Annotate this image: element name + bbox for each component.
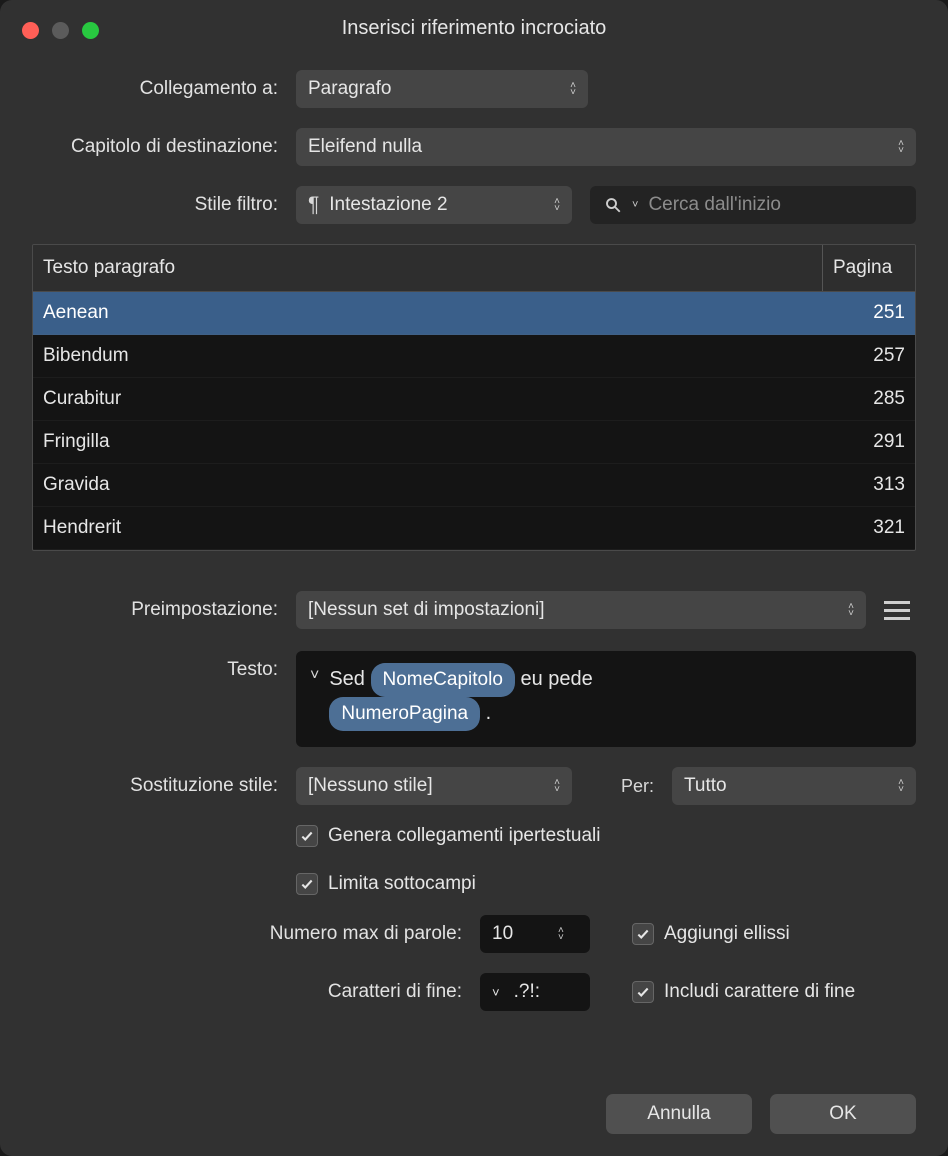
checkbox-icon	[632, 923, 654, 945]
style-substitution-value: [Nessuno stile]	[308, 775, 554, 797]
max-words-stepper[interactable]: ˄˅	[480, 915, 590, 953]
cell-text: Curabitur	[43, 388, 831, 410]
chevron-updown-icon: ˄˅	[898, 779, 904, 793]
checkbox-icon	[296, 825, 318, 847]
cell-page: 313	[831, 474, 905, 496]
checkbox-icon	[632, 981, 654, 1003]
paragraph-table: Testo paragrafo Pagina Aenean 251 Bibend…	[32, 244, 916, 551]
preset-menu-icon[interactable]	[884, 594, 916, 626]
titlebar: Inserisci riferimento incrociato	[0, 0, 948, 56]
label-filter-style: Stile filtro:	[32, 194, 278, 216]
checkbox-generate-hyperlinks[interactable]: Genera collegamenti ipertestuali	[296, 825, 601, 847]
checkbox-limit-subfields[interactable]: Limita sottocampi	[296, 873, 476, 895]
dialog-footer: Annulla OK	[606, 1094, 916, 1134]
label-preset: Preimpostazione:	[32, 599, 278, 621]
table-row[interactable]: Hendrerit 321	[33, 507, 915, 550]
for-dropdown[interactable]: Tutto ˄˅	[672, 767, 916, 805]
checkbox-add-ellipsis[interactable]: Aggiungi ellissi	[632, 923, 790, 945]
label-destination-chapter: Capitolo di destinazione:	[32, 136, 278, 158]
cell-page: 321	[831, 517, 905, 539]
chip-page-number[interactable]: NumeroPagina	[329, 697, 480, 731]
col-header-page[interactable]: Pagina	[823, 245, 915, 291]
editor-text: Sed	[329, 668, 370, 690]
pilcrow-icon: ¶	[308, 193, 319, 217]
editor-text: eu pede	[520, 668, 592, 690]
text-editor-chevron-icon[interactable]: ˅	[310, 663, 319, 735]
max-words-input[interactable]	[492, 923, 552, 945]
cell-page: 257	[831, 345, 905, 367]
search-input[interactable]	[648, 194, 902, 216]
label-for: Per:	[590, 776, 654, 797]
zoom-icon[interactable]	[82, 22, 99, 39]
cell-text: Hendrerit	[43, 517, 831, 539]
table-row[interactable]: Bibendum 257	[33, 335, 915, 378]
search-field[interactable]: ˅	[590, 186, 916, 224]
chevron-updown-icon: ˄˅	[848, 603, 854, 617]
checkbox-label: Genera collegamenti ipertestuali	[328, 825, 601, 847]
chevron-updown-icon: ˄˅	[570, 82, 576, 96]
table-row[interactable]: Fringilla 291	[33, 421, 915, 464]
window-title: Inserisci riferimento incrociato	[0, 17, 948, 40]
chevron-updown-icon: ˄˅	[898, 140, 904, 154]
cell-page: 285	[831, 388, 905, 410]
cancel-button[interactable]: Annulla	[606, 1094, 752, 1134]
checkbox-label: Limita sottocampi	[328, 873, 476, 895]
destination-chapter-value: Eleifend nulla	[308, 136, 898, 158]
cell-text: Aenean	[43, 302, 831, 324]
stepper-arrows-icon[interactable]: ˄˅	[558, 927, 564, 941]
minimize-icon[interactable]	[52, 22, 69, 39]
destination-chapter-dropdown[interactable]: Eleifend nulla ˄˅	[296, 128, 916, 166]
cell-page: 291	[831, 431, 905, 453]
text-editor-content[interactable]: Sed NomeCapitolo eu pede NumeroPagina .	[329, 663, 902, 735]
link-to-value: Paragrafo	[308, 78, 570, 100]
table-row[interactable]: Gravida 313	[33, 464, 915, 507]
table-row[interactable]: Aenean 251	[33, 292, 915, 335]
label-text: Testo:	[32, 651, 278, 681]
checkbox-label: Includi carattere di fine	[664, 981, 855, 1003]
label-end-chars: Caratteri di fine:	[32, 981, 462, 1003]
checkbox-label: Aggiungi ellissi	[664, 923, 790, 945]
table-header: Testo paragrafo Pagina	[33, 245, 915, 292]
checkbox-icon	[296, 873, 318, 895]
cell-text: Bibendum	[43, 345, 831, 367]
style-substitution-dropdown[interactable]: [Nessuno stile] ˄˅	[296, 767, 572, 805]
editor-text: .	[486, 702, 492, 724]
preset-value: [Nessun set di impostazioni]	[308, 599, 848, 621]
chip-chapter-name[interactable]: NomeCapitolo	[371, 663, 515, 697]
filter-style-dropdown[interactable]: ¶ Intestazione 2 ˄˅	[296, 186, 572, 224]
link-to-dropdown[interactable]: Paragrafo ˄˅	[296, 70, 588, 108]
for-value: Tutto	[684, 775, 898, 797]
preset-dropdown[interactable]: [Nessun set di impostazioni] ˄˅	[296, 591, 866, 629]
cell-page: 251	[831, 302, 905, 324]
chevron-updown-icon: ˄˅	[554, 198, 560, 212]
search-dropdown-chevron-icon[interactable]: ˅	[632, 199, 638, 211]
cell-text: Gravida	[43, 474, 831, 496]
table-body: Aenean 251 Bibendum 257 Curabitur 285 Fr…	[33, 292, 915, 550]
label-style-substitution: Sostituzione stile:	[32, 775, 278, 797]
label-link-to: Collegamento a:	[32, 78, 278, 100]
cell-text: Fringilla	[43, 431, 831, 453]
ok-button[interactable]: OK	[770, 1094, 916, 1134]
end-chars-field[interactable]: ˅ .?!:	[480, 973, 590, 1011]
traffic-lights	[22, 22, 99, 39]
text-editor[interactable]: ˅ Sed NomeCapitolo eu pede NumeroPagina …	[296, 651, 916, 747]
search-icon	[604, 196, 622, 214]
label-max-words: Numero max di parole:	[32, 923, 462, 945]
dialog-window: Inserisci riferimento incrociato Collega…	[0, 0, 948, 1156]
close-icon[interactable]	[22, 22, 39, 39]
chevron-updown-icon: ˄˅	[554, 779, 560, 793]
filter-style-value: Intestazione 2	[329, 194, 554, 216]
end-chars-value: .?!:	[514, 981, 540, 1003]
checkbox-include-end-char[interactable]: Includi carattere di fine	[632, 981, 855, 1003]
table-row[interactable]: Curabitur 285	[33, 378, 915, 421]
end-chars-chevron-icon[interactable]: ˅	[492, 985, 500, 1000]
col-header-text[interactable]: Testo paragrafo	[33, 245, 823, 291]
